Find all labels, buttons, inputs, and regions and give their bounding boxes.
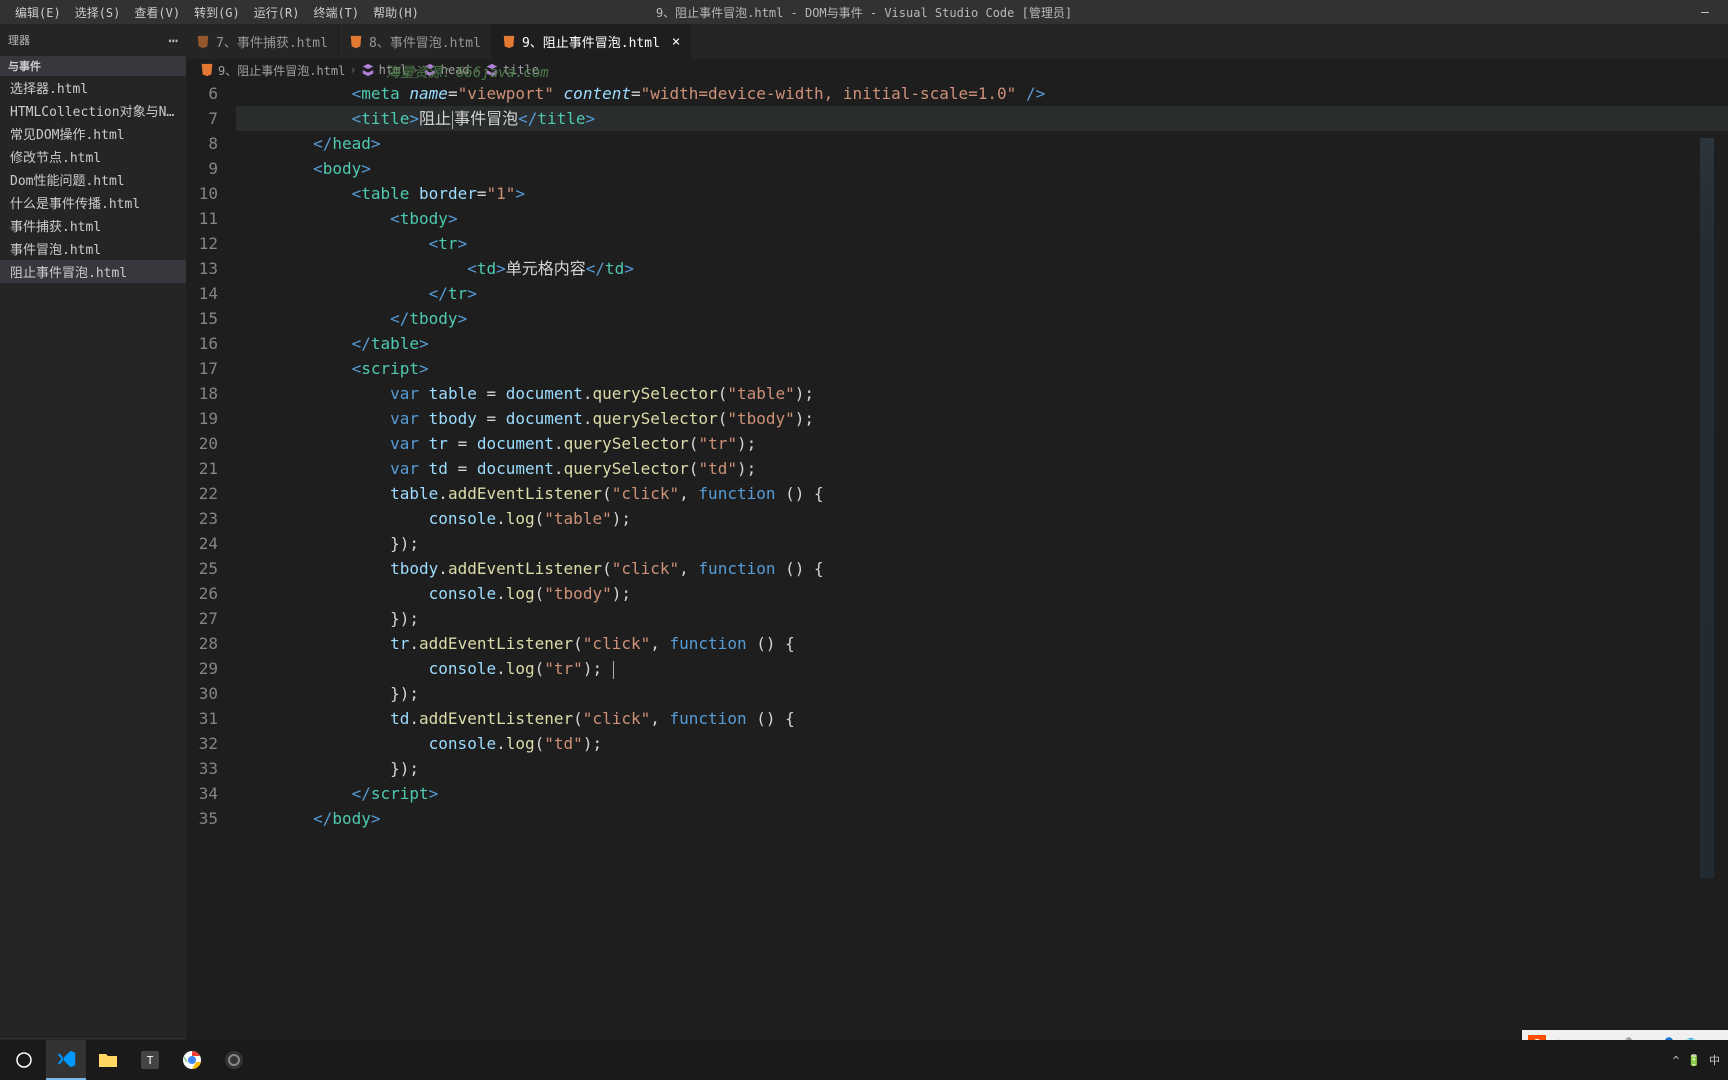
file-item[interactable]: 常见DOM操作.html xyxy=(0,122,186,145)
menu-run[interactable]: 运行(R) xyxy=(247,4,307,21)
menu-terminal[interactable]: 终端(T) xyxy=(306,4,366,21)
menu-help[interactable]: 帮助(H) xyxy=(366,4,426,21)
file-item[interactable]: 什么是事件传播.html xyxy=(0,191,186,214)
file-item[interactable]: 修改节点.html xyxy=(0,145,186,168)
folder-section[interactable]: 与事件 xyxy=(0,56,186,76)
explorer-sidebar: 理器 ⋯ 与事件 选择器.html HTMLCollection对象与NodeL… xyxy=(0,24,186,1058)
tab-label: 7、事件捕获.html xyxy=(216,32,328,51)
tray-battery-icon[interactable]: 🔋 xyxy=(1687,1054,1701,1067)
sidebar-title: 理器 xyxy=(8,32,30,48)
file-item[interactable]: HTMLCollection对象与NodeList对象... xyxy=(0,99,186,122)
app-taskbar-icon[interactable]: T xyxy=(130,1040,170,1080)
menu-edit[interactable]: 编辑(E) xyxy=(8,4,68,21)
code-editor[interactable]: 6789101112131415161718192021222324252627… xyxy=(186,81,1728,1058)
windows-taskbar: T ^ 🔋 中 xyxy=(0,1040,1728,1080)
explorer-taskbar-icon[interactable] xyxy=(88,1040,128,1080)
file-item-active[interactable]: 阻止事件冒泡.html xyxy=(0,260,186,283)
html-file-icon xyxy=(502,35,516,49)
breadcrumbs[interactable]: 9、阻止事件冒泡.html › html › head › title xyxy=(186,59,1728,81)
file-item[interactable]: 事件捕获.html xyxy=(0,214,186,237)
code-content[interactable]: <meta name="viewport" content="width=dev… xyxy=(236,81,1728,1058)
file-item[interactable]: 选择器.html xyxy=(0,76,186,99)
tab-label: 8、事件冒泡.html xyxy=(369,32,481,51)
html-file-icon xyxy=(196,35,210,49)
minimap[interactable] xyxy=(1700,138,1714,878)
chrome-taskbar-icon[interactable] xyxy=(172,1040,212,1080)
menubar: 编辑(E) 选择(S) 查看(V) 转到(G) 运行(R) 终端(T) 帮助(H… xyxy=(0,0,1728,24)
file-list: 选择器.html HTMLCollection对象与NodeList对象... … xyxy=(0,76,186,1038)
line-numbers: 6789101112131415161718192021222324252627… xyxy=(186,81,236,1058)
tab-inactive[interactable]: 8、事件冒泡.html xyxy=(339,24,492,59)
menu-select[interactable]: 选择(S) xyxy=(68,4,128,21)
obs-taskbar-icon[interactable] xyxy=(214,1040,254,1080)
sidebar-more-icon[interactable]: ⋯ xyxy=(168,31,178,50)
editor-tabs: 7、事件捕获.html 8、事件冒泡.html 9、阻止事件冒泡.html × xyxy=(186,24,1728,59)
menu-goto[interactable]: 转到(G) xyxy=(187,4,247,21)
tab-active[interactable]: 9、阻止事件冒泡.html × xyxy=(492,24,691,59)
tab-inactive[interactable]: 7、事件捕获.html xyxy=(186,24,339,59)
system-tray[interactable]: ^ 🔋 中 xyxy=(1673,1052,1720,1068)
svg-text:T: T xyxy=(147,1054,154,1067)
tray-chevron-icon[interactable]: ^ xyxy=(1673,1054,1680,1067)
cortana-icon[interactable] xyxy=(4,1040,44,1080)
tray-lang[interactable]: 中 xyxy=(1709,1052,1720,1068)
menu-view[interactable]: 查看(V) xyxy=(127,4,187,21)
editor-area: 7、事件捕获.html 8、事件冒泡.html 9、阻止事件冒泡.html × … xyxy=(186,24,1728,1058)
close-icon[interactable]: × xyxy=(672,34,680,50)
vscode-taskbar-icon[interactable] xyxy=(46,1040,86,1080)
file-item[interactable]: 事件冒泡.html xyxy=(0,237,186,260)
file-item[interactable]: Dom性能问题.html xyxy=(0,168,186,191)
tab-label: 9、阻止事件冒泡.html xyxy=(522,32,660,51)
html-file-icon xyxy=(349,35,363,49)
window-minimize[interactable]: — xyxy=(1682,5,1728,20)
